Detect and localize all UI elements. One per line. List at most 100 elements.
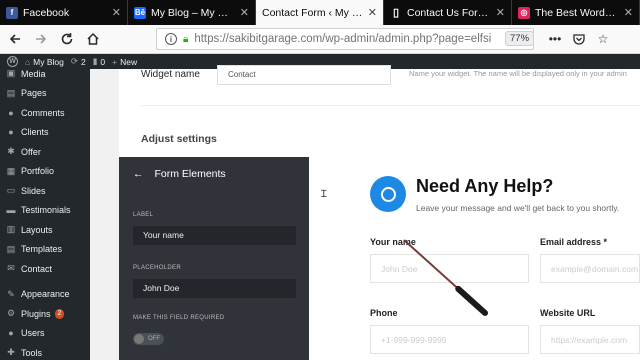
sidebar-item-users[interactable]: ● Users <box>0 324 90 344</box>
close-tab-icon[interactable]: ✕ <box>624 6 633 19</box>
sidebar-item-offer[interactable]: ✱ Offer <box>0 142 90 162</box>
comment-bubble-icon: ▮ <box>92 56 98 66</box>
tab-title: The Best WordPress C… <box>535 6 620 19</box>
page-actions-icon[interactable]: ••• <box>546 29 564 49</box>
lifebuoy-icon <box>370 176 406 212</box>
widget-name-input[interactable]: Contact <box>217 65 391 85</box>
appearance-icon: ✎ <box>7 288 15 299</box>
sidebar-item-plugins[interactable]: ⚙ Plugins 2 <box>0 304 90 324</box>
form-title: Need Any Help? <box>416 176 554 196</box>
navigation-bar: i 🔒︎ https://sakibitgarage.com/wp-admin/… <box>0 25 640 54</box>
close-tab-icon[interactable]: ✕ <box>368 6 377 19</box>
facebook-icon: f <box>6 6 18 19</box>
sidebar-item-label: Tools <box>21 347 43 358</box>
tab-bar: fFacebook✕BēMy Blog – My WordPress…✕Cont… <box>0 0 640 25</box>
home-icon <box>87 32 99 45</box>
home-button[interactable] <box>82 28 104 50</box>
sidebar-item-media[interactable]: ▣ Media <box>0 64 90 84</box>
sidebar-item-label: Pages <box>21 88 47 99</box>
close-tab-icon[interactable]: ✕ <box>112 6 121 19</box>
toggle-state: OFF <box>148 336 160 342</box>
comments-icon: ● <box>8 107 14 118</box>
info-icon[interactable]: i <box>165 33 177 45</box>
document-icon: ▯ <box>392 7 400 19</box>
reload-button[interactable] <box>56 28 78 50</box>
sidebar-item-portfolio[interactable]: ▦ Portfolio <box>0 162 90 182</box>
phone-field-input[interactable]: +1-999-999-9999 <box>370 325 529 354</box>
sidebar-item-label: Appearance <box>21 289 70 300</box>
reload-icon <box>61 33 73 45</box>
forward-button[interactable] <box>30 28 52 50</box>
browser-tab[interactable]: f Facebook ✕ <box>0 0 128 25</box>
sidebar-item-label: Clients <box>21 127 49 138</box>
browser-tab[interactable]: Bē My Blog – My WordPress… ✕ <box>128 0 256 25</box>
website-field-input[interactable]: https://example.com <box>540 325 640 354</box>
sidebar-item-label: Portfolio <box>21 166 55 177</box>
editor-title: Form Elements <box>154 168 226 180</box>
browser-tab[interactable]: ▯ Contact Us Form - We… ✕ <box>384 0 512 25</box>
sidebar-item-clients[interactable]: ● Clients <box>0 123 90 143</box>
widget-name-help: Name your widget. The name will be displ… <box>409 69 627 78</box>
url-text[interactable]: https://sakibitgarage.com/wp-admin/admin… <box>194 33 533 45</box>
sidebar-item-label: Testimonials <box>21 205 71 216</box>
sidebar-item-label: Plugins <box>21 308 51 319</box>
website-field-label: Website URL <box>540 308 596 318</box>
tab-title: Facebook <box>23 6 70 19</box>
placeholder-caption: PLACEHOLDER <box>133 265 181 271</box>
widget-name-label: Widget name <box>141 69 200 80</box>
close-tab-icon[interactable]: ✕ <box>496 6 505 19</box>
admin-bar-new[interactable]: + New <box>112 57 137 67</box>
back-arrow-icon <box>9 34 20 44</box>
adjust-settings-heading: Adjust settings <box>141 133 217 145</box>
email-field-input[interactable]: example@domain.com <box>540 254 640 283</box>
elfsight-icon: ◎ <box>518 6 530 19</box>
sidebar-item-label: Slides <box>21 185 46 196</box>
back-arrow-icon[interactable]: ← <box>133 168 144 180</box>
portfolio-icon: ▦ <box>6 165 16 176</box>
plugins-icon: ⚙ <box>6 308 16 319</box>
zoom-level[interactable]: 77% <box>505 31 535 46</box>
sidebar-item-appearance[interactable]: ✎ Appearance <box>0 285 90 305</box>
sidebar-item-templates[interactable]: ▤ Templates <box>0 240 90 260</box>
media-icon: ▣ <box>6 68 16 79</box>
back-button[interactable] <box>4 28 26 50</box>
sidebar-item-label: Comments <box>21 107 65 118</box>
sidebar-item-label: Users <box>21 328 45 339</box>
lock-icon[interactable]: 🔒︎ <box>183 34 188 45</box>
sidebar-item-label: Contact <box>21 263 53 274</box>
sidebar-item-slides[interactable]: ▭ Slides <box>0 181 90 201</box>
templates-icon: ▤ <box>6 243 16 254</box>
label-input[interactable]: Your name <box>133 226 296 245</box>
close-tab-icon[interactable]: ✕ <box>240 6 249 19</box>
sidebar-item-contact[interactable]: ✉ Contact <box>0 259 90 279</box>
address-bar[interactable]: i 🔒︎ https://sakibitgarage.com/wp-admin/… <box>156 28 534 50</box>
editor-header: ← Form Elements <box>133 168 226 180</box>
bookmark-star-icon[interactable]: ☆ <box>594 29 612 49</box>
required-caption: MAKE THIS FIELD REQUIRED <box>133 315 225 321</box>
sidebar-item-testimonials[interactable]: ▬ Testimonials <box>0 201 90 221</box>
contact-icon: ✉ <box>7 263 15 274</box>
offer-icon: ✱ <box>7 146 15 157</box>
forward-arrow-icon <box>36 34 47 44</box>
placeholder-input[interactable]: John Doe <box>133 279 296 298</box>
tab-title: My Blog – My WordPress… <box>151 6 236 19</box>
sidebar-item-pages[interactable]: ▤ Pages <box>0 84 90 104</box>
sidebar-item-layouts[interactable]: ▥ Layouts <box>0 220 90 240</box>
browser-tab[interactable]: ◎ The Best WordPress C… ✕ <box>512 0 640 25</box>
layouts-icon: ▥ <box>6 224 16 235</box>
form-elements-editor: ← Form Elements LABEL Your name PLACEHOL… <box>119 157 309 360</box>
toggle-knob <box>134 334 144 344</box>
form-subtitle: Leave your message and we'll get back to… <box>416 203 620 213</box>
required-toggle[interactable]: OFF <box>133 333 164 345</box>
sidebar-item-tools[interactable]: ✚ Tools <box>0 343 90 360</box>
sidebar-item-label: Layouts <box>21 224 53 235</box>
pages-icon: ▤ <box>6 87 16 98</box>
sidebar-item-comments[interactable]: ● Comments <box>0 103 90 123</box>
admin-bar-comments[interactable]: ▮ 0 <box>93 56 105 67</box>
text-cursor-icon: Ɪ <box>321 189 327 200</box>
browser-tab[interactable]: Contact Form ‹ My Blog — … ✕ <box>256 0 384 25</box>
pocket-icon[interactable] <box>570 29 588 49</box>
plus-icon: + <box>112 56 118 67</box>
admin-sidebar: ▣ Media ▤ Pages ● Comments ● Clients ✱ Offer ▦ Port… <box>0 68 90 360</box>
testimonials-icon: ▬ <box>6 205 16 216</box>
